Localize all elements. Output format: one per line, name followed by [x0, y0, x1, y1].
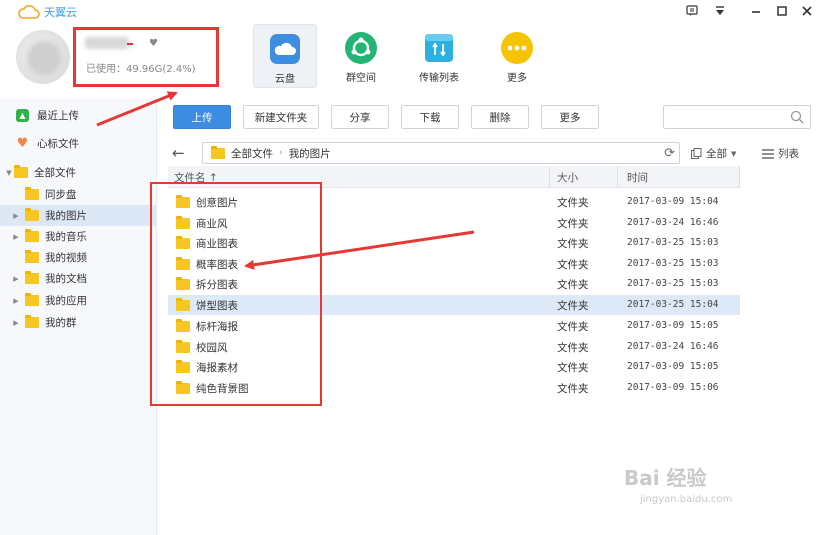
watermark-url: jingyan.baidu.com — [640, 494, 733, 505]
annotation-arrows — [96, 91, 475, 270]
watermark-logo: Bai 经验 — [624, 466, 707, 490]
arrow-to-account — [96, 91, 178, 127]
app-window: 天翼云 ♥ 已使用：49.96G(2.4%) 云盘 群空间 传输列表 更多 ▲ … — [0, 0, 821, 535]
arrow-to-folder — [244, 230, 475, 270]
